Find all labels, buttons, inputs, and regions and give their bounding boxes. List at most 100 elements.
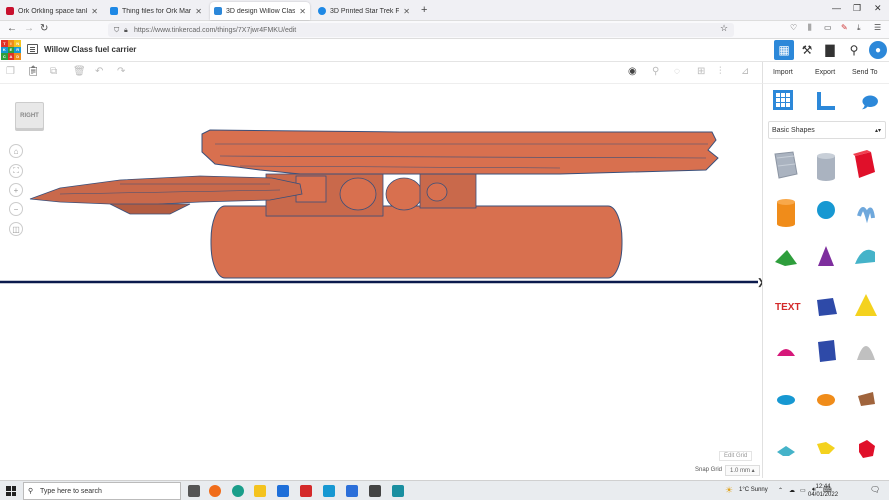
pylon-dome xyxy=(426,182,448,202)
export-button[interactable]: Export xyxy=(815,69,835,76)
add-user-icon[interactable]: ⚲ xyxy=(844,40,864,60)
show-all-icon[interactable]: ◉ xyxy=(628,66,637,77)
duplicate-icon[interactable]: ⧉ xyxy=(50,66,57,77)
snap-grid-select[interactable]: 1.0 mm ▴ xyxy=(725,465,760,476)
shape-roof[interactable] xyxy=(775,250,797,266)
shape-sphere[interactable] xyxy=(817,201,835,219)
library-icon[interactable]: ⫼ xyxy=(808,23,812,33)
edge-icon[interactable] xyxy=(232,485,244,497)
shape-box[interactable] xyxy=(853,150,875,178)
bricks-icon[interactable]: ▇ xyxy=(820,40,840,60)
windows-start-icon[interactable] xyxy=(6,486,16,496)
close-window-icon[interactable]: ✕ xyxy=(874,3,882,14)
firefox-icon[interactable] xyxy=(209,485,221,497)
onedrive-icon[interactable]: ☁ xyxy=(789,487,795,494)
send-to-button[interactable]: Send To xyxy=(852,69,878,76)
address-bar[interactable]: ⛉ 🔒︎ https://www.tinkercad.com/things/7X… xyxy=(108,23,734,37)
undo-icon[interactable]: ↶ xyxy=(95,66,103,77)
browser-tab[interactable]: 3D Printed Star Trek Federation ✕ xyxy=(314,2,414,20)
shape-scribble[interactable] xyxy=(857,207,875,224)
align-icon[interactable]: ⫶ xyxy=(719,66,722,77)
model-viewport xyxy=(0,129,758,284)
shape-round-roof[interactable] xyxy=(855,249,875,264)
notes-icon[interactable]: 🗩 xyxy=(861,92,879,119)
sidebar-icon[interactable]: ▭ xyxy=(824,23,832,32)
shape-icosahedron[interactable] xyxy=(859,440,875,458)
maximize-window-icon[interactable]: ❐ xyxy=(853,3,861,14)
app-icon[interactable] xyxy=(346,485,358,497)
workplane-3d-view[interactable]: RIGHT ⌂ ⛶ + − ◫ ❯ xyxy=(0,84,762,478)
shape-paraboloid[interactable] xyxy=(857,346,875,360)
import-button[interactable]: Import xyxy=(773,69,793,76)
bookmark-star-icon[interactable]: ☆ xyxy=(720,23,728,34)
shape-generator[interactable] xyxy=(817,298,837,316)
mirror-icon[interactable]: ⊿ xyxy=(741,66,749,77)
shape-star-yellow[interactable] xyxy=(817,442,835,454)
close-tab-icon[interactable]: ✕ xyxy=(195,7,202,16)
network-icon[interactable]: ▭ xyxy=(800,487,806,494)
3d-view-grid-icon[interactable]: ▦ xyxy=(774,40,794,60)
file-explorer-icon[interactable] xyxy=(254,485,266,497)
shape-box-striped[interactable] xyxy=(774,151,798,179)
workplane-grid-icon[interactable] xyxy=(773,90,793,110)
reload-icon[interactable]: ↻ xyxy=(40,23,48,34)
shape-cylinder-striped[interactable] xyxy=(817,153,835,181)
shape-wedge[interactable] xyxy=(858,392,875,406)
shape-polygon[interactable] xyxy=(818,340,836,362)
redo-icon[interactable]: ↷ xyxy=(117,66,125,77)
design-list-icon[interactable] xyxy=(27,44,38,54)
shape-tube[interactable] xyxy=(817,394,835,406)
shape-star[interactable] xyxy=(777,446,795,456)
mail-icon[interactable] xyxy=(277,485,289,497)
close-tab-icon[interactable]: ✕ xyxy=(91,7,98,16)
tinkercad-logo[interactable]: T I N K E R C A D xyxy=(1,40,21,60)
snap-grid-label: Snap Grid xyxy=(695,467,723,473)
delete-icon[interactable]: 🗑︎ xyxy=(73,66,86,77)
edit-grid-button[interactable]: Edit Grid xyxy=(719,451,753,461)
clock-date: 04/01/2022 xyxy=(808,492,839,498)
pocket-icon[interactable]: ♡ xyxy=(790,23,797,32)
user-avatar[interactable]: ● xyxy=(869,41,887,59)
build-hammer-icon[interactable]: ⚒ xyxy=(797,40,817,60)
shape-half-sphere[interactable] xyxy=(777,349,795,356)
weather-text[interactable]: 1°C Sunny xyxy=(739,487,768,493)
ruler-icon[interactable] xyxy=(817,92,835,110)
shape-pyramid[interactable] xyxy=(855,294,877,316)
app-icon[interactable] xyxy=(392,485,404,497)
new-tab-button[interactable]: + xyxy=(421,4,427,16)
fuel-tank-model[interactable] xyxy=(210,205,623,279)
paste-icon[interactable]: 📋︎ xyxy=(27,66,40,77)
design-title[interactable]: Willow Class fuel carrier xyxy=(44,45,136,54)
notes-icon[interactable]: ⚲ xyxy=(652,66,659,77)
forward-icon[interactable]: → xyxy=(24,23,34,34)
notifications-icon[interactable]: 🗨 xyxy=(870,485,880,494)
browser-tab[interactable]: Ork Orkling space tank paint s ✕ xyxy=(2,2,102,20)
new-shape-icon[interactable]: ❐ xyxy=(6,66,15,77)
shape-torus[interactable] xyxy=(777,395,795,405)
shape-cylinder[interactable] xyxy=(777,199,795,227)
shape-text[interactable]: TEXT xyxy=(775,302,801,313)
office-icon[interactable] xyxy=(300,485,312,497)
menu-icon[interactable]: ☰ xyxy=(874,23,881,32)
shape-cone[interactable] xyxy=(818,246,834,266)
browser-tab[interactable]: Thing files for Ork Marauder mc ✕ xyxy=(106,2,206,20)
tab-favicon-icon xyxy=(214,7,222,15)
task-view-icon[interactable] xyxy=(188,485,200,497)
browser-tab-active[interactable]: 3D design Willow Class fuel car ✕ xyxy=(210,2,310,20)
shape-category-select[interactable]: Basic Shapes ▴▾ xyxy=(768,121,886,139)
logo-letter: K xyxy=(1,46,8,54)
settings-gear-icon[interactable] xyxy=(369,485,381,497)
downloads-icon[interactable]: ⤓ xyxy=(857,23,861,33)
clock[interactable]: 12:44 04/01/2022 xyxy=(808,483,838,499)
extension-icon[interactable]: ✎ xyxy=(841,23,848,32)
group-icon[interactable]: ⊞ xyxy=(697,66,705,77)
taskbar-search-input[interactable]: ⚲ Type here to search xyxy=(23,482,181,500)
tray-chevron-icon[interactable]: ⌃ xyxy=(778,487,783,494)
minimize-window-icon[interactable]: — xyxy=(832,3,841,13)
hole-icon[interactable]: ◌ xyxy=(674,66,680,77)
ccleaner-icon[interactable] xyxy=(323,485,335,497)
back-icon[interactable]: ← xyxy=(7,23,17,34)
close-tab-icon[interactable]: ✕ xyxy=(299,7,306,16)
close-tab-icon[interactable]: ✕ xyxy=(403,7,410,16)
shield-icon[interactable]: ⛉ xyxy=(114,27,119,35)
